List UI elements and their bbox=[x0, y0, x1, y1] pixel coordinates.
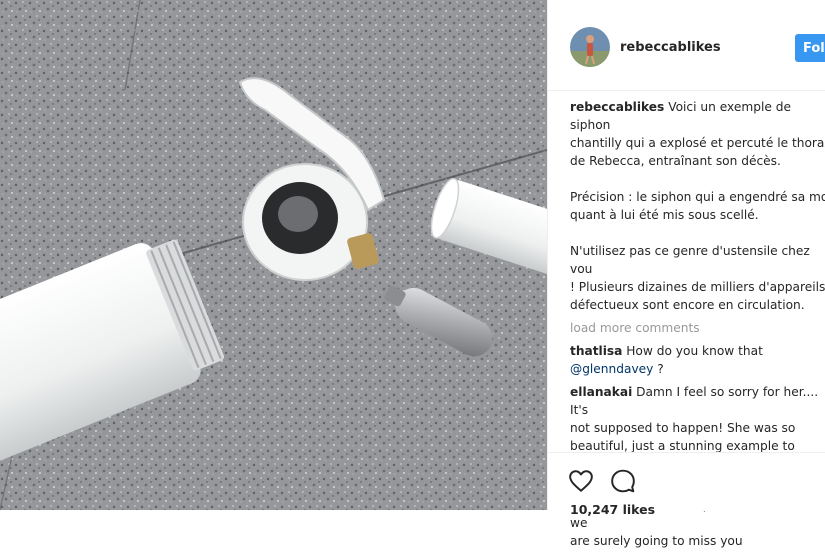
caption-username[interactable]: rebeccablikes bbox=[570, 100, 664, 114]
photo-image bbox=[0, 0, 547, 510]
comment-username[interactable]: thatlisa bbox=[570, 344, 622, 358]
post-side-panel: rebeccablikes Foll rebeccablikes Voici u… bbox=[547, 0, 825, 548]
load-more-comments-link[interactable]: load more comments bbox=[570, 319, 825, 337]
comment-text-after: ? bbox=[653, 362, 664, 376]
comment-username[interactable]: ellanakai bbox=[570, 385, 632, 399]
post-author-username[interactable]: rebeccablikes bbox=[620, 40, 721, 55]
post-photo[interactable] bbox=[0, 0, 547, 510]
comment-bubble-icon[interactable] bbox=[610, 468, 636, 494]
caption-paragraph-1: rebeccablikes Voici un exemple de siphon… bbox=[570, 98, 825, 170]
post-caption: rebeccablikes Voici un exemple de siphon… bbox=[570, 98, 825, 314]
follow-button[interactable]: Foll bbox=[795, 34, 825, 62]
post-actions-bar: 10,247 likes bbox=[548, 452, 825, 517]
post-header: rebeccablikes Foll bbox=[548, 0, 825, 91]
avatar[interactable] bbox=[570, 27, 610, 67]
heart-icon[interactable] bbox=[568, 468, 594, 494]
caption-paragraph-3: N'utilisez pas ce genre d'ustensile chez… bbox=[570, 244, 825, 312]
comment-text: How do you know that bbox=[622, 344, 763, 358]
comment-item: thatlisa How do you know that @glenndavey… bbox=[570, 342, 825, 378]
avatar-image bbox=[570, 27, 610, 67]
comment-mention[interactable]: @glenndavey bbox=[570, 362, 653, 376]
caption-paragraph-2: Précision : le siphon qui a engendré sa … bbox=[570, 190, 825, 222]
